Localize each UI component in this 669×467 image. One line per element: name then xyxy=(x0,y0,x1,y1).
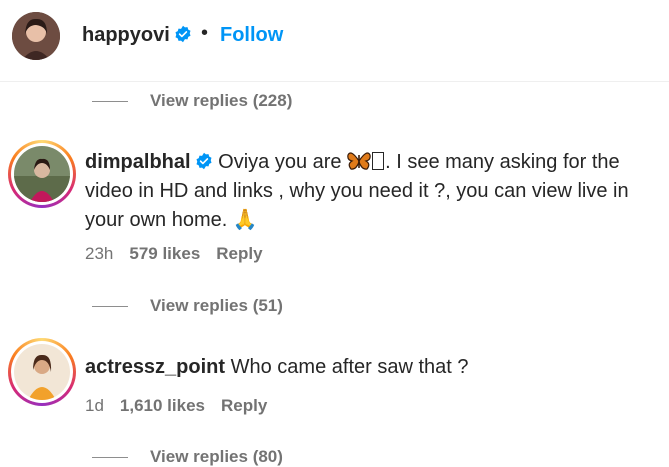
view-replies-button[interactable]: View replies (51) xyxy=(92,294,283,318)
view-replies-button[interactable]: View replies (80) xyxy=(92,445,283,467)
replies-divider-line xyxy=(92,305,128,307)
view-replies-label[interactable]: View replies (228) xyxy=(150,91,292,111)
verified-badge-icon xyxy=(175,25,191,43)
replies-divider-line xyxy=(92,100,128,102)
author-avatar[interactable] xyxy=(12,12,60,60)
comment-likes[interactable]: 1,610 likes xyxy=(120,396,205,416)
commenter-avatar[interactable] xyxy=(8,338,76,406)
comment-text: Who came after saw that ? xyxy=(230,356,469,378)
comment-timestamp[interactable]: 1d xyxy=(85,396,104,416)
butterfly-emoji-icon xyxy=(347,152,371,170)
verified-badge-icon xyxy=(196,152,212,170)
comment-text-start: Oviya you are xyxy=(218,151,348,173)
replies-divider-line xyxy=(92,456,128,458)
comment-timestamp[interactable]: 23h xyxy=(85,244,113,264)
view-replies-label[interactable]: View replies (80) xyxy=(150,447,283,467)
reply-button[interactable]: Reply xyxy=(216,244,262,264)
comment-body: dimpalbhal Oviya you are . I see many as… xyxy=(85,148,655,235)
comment-meta: 23h 579 likes Reply xyxy=(85,244,263,264)
comment-username[interactable]: dimpalbhal xyxy=(85,151,191,173)
reply-button[interactable]: Reply xyxy=(221,396,267,416)
comment-likes[interactable]: 579 likes xyxy=(129,244,200,264)
author-username-text[interactable]: happyovi xyxy=(82,24,170,46)
author-username[interactable]: happyovi xyxy=(82,24,192,47)
comment-meta: 1d 1,610 likes Reply xyxy=(85,396,267,416)
missing-glyph-box xyxy=(372,152,385,170)
post-header: happyovi • Follow xyxy=(0,0,669,82)
view-replies-label[interactable]: View replies (51) xyxy=(150,296,283,316)
commenter-avatar[interactable] xyxy=(8,140,76,208)
view-replies-button[interactable]: View replies (228) xyxy=(92,89,292,113)
comment-username[interactable]: actressz_point xyxy=(85,356,225,378)
separator-dot: • xyxy=(201,22,209,44)
follow-button[interactable]: Follow xyxy=(220,24,283,47)
comment-body: actressz_point Who came after saw that ? xyxy=(85,353,655,382)
